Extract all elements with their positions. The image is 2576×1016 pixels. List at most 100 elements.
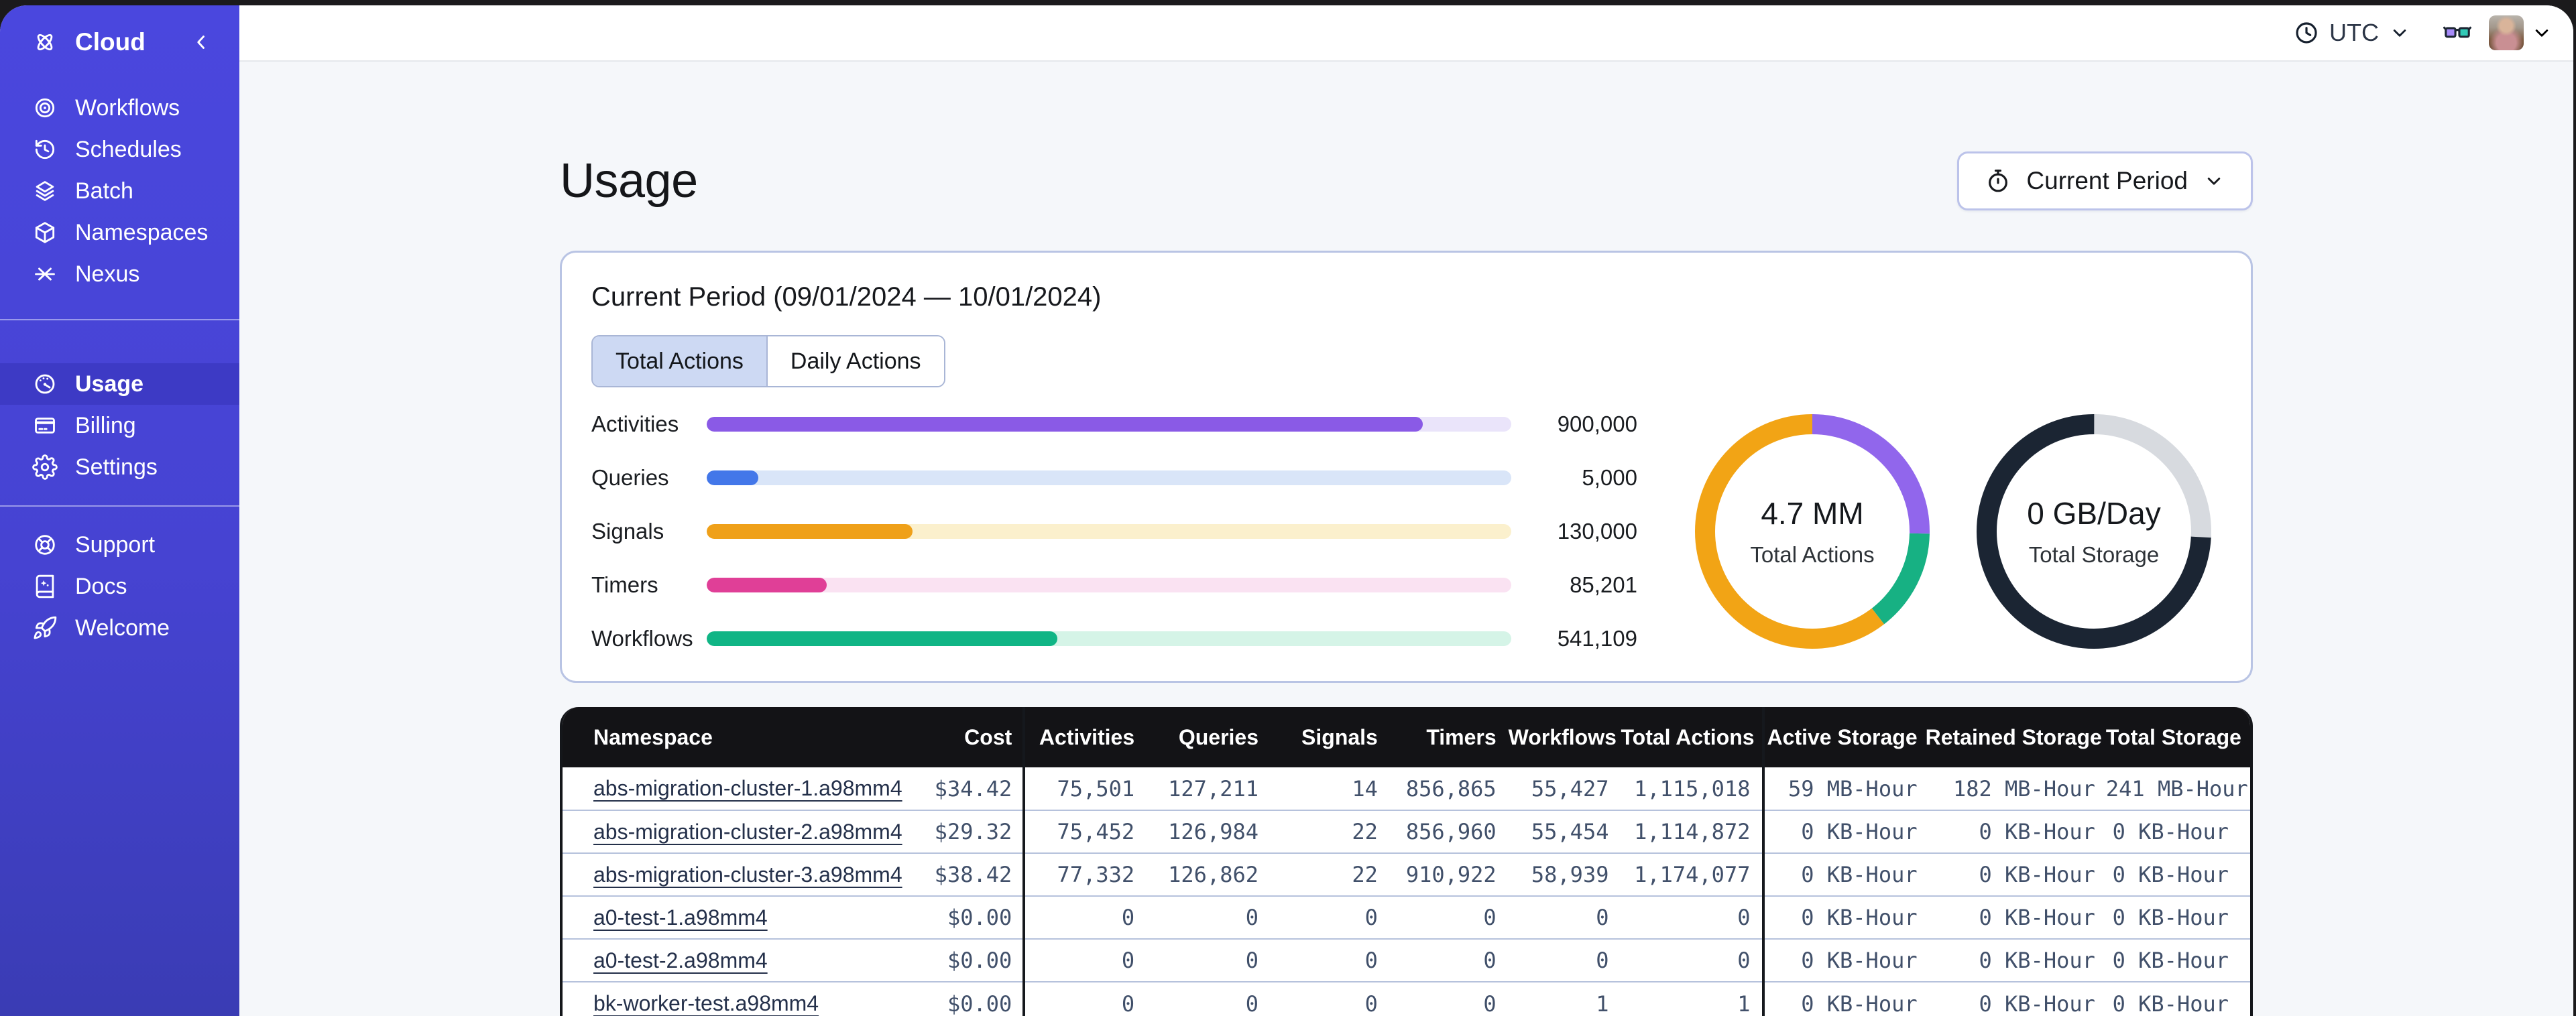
table-header-row: Namespace Cost Activities Queries Signals Tim… (563, 707, 2250, 767)
sidebar-item-workflows[interactable]: Workflows (0, 87, 239, 129)
cell-total-storage: 0 KB-Hour (2105, 895, 2250, 939)
cell-total-actions: 1,115,018 (1621, 767, 1765, 810)
cell-active-storage: 0 KB-Hour (1763, 810, 1926, 853)
cell-total-storage: 241 MB-Hour (2105, 767, 2250, 810)
bar-fill (707, 524, 913, 539)
sidebar-item-label: Settings (75, 454, 158, 480)
table-row: a0-test-2.a98mm4 $0.00 0 0 0 0 0 0 0 KB-Hour 0 KB… (563, 938, 2250, 982)
column-header-retained-storage: Retained Storage (1925, 707, 2106, 767)
table-row: bk-worker-test.a98mm4 $0.00 0 0 0 0 1 1 0 KB-Hou… (563, 981, 2250, 1016)
namespace-link[interactable]: a0-test-2.a98mm4 (593, 948, 768, 972)
cell-total-actions: 1,114,872 (1621, 810, 1765, 853)
feedback-glasses-button[interactable] (2439, 18, 2475, 48)
cell-retained-storage: 0 KB-Hour (1925, 981, 2106, 1016)
namespace-link[interactable]: bk-worker-test.a98mm4 (593, 991, 819, 1015)
usage-charts: Activities 900,000 Queries 5,000 Signals 130,… (591, 411, 2221, 651)
cell-workflows: 58,939 (1508, 852, 1621, 896)
table-row: abs-migration-cluster-3.a98mm4 $38.42 77,3… (563, 852, 2250, 896)
sidebar-item-label: Schedules (75, 136, 182, 162)
cell-retained-storage: 0 KB-Hour (1925, 810, 2106, 853)
namespace-link[interactable]: abs-migration-cluster-2.a98mm4 (593, 820, 902, 844)
cell-workflows: 0 (1508, 938, 1621, 982)
bar-label: Workflows (591, 626, 693, 651)
schedules-icon (32, 137, 58, 162)
cell-signals: 0 (1271, 938, 1390, 982)
docs-icon (32, 574, 58, 599)
sidebar-item-usage[interactable]: Usage (0, 363, 239, 405)
cell-timers: 856,960 (1389, 810, 1509, 853)
cell-signals: 0 (1271, 981, 1390, 1016)
sidebar-item-schedules[interactable]: Schedules (0, 129, 239, 170)
column-header-signals: Signals (1271, 707, 1390, 767)
period-select-label: Current Period (2026, 167, 2188, 194)
bar-label: Queries (591, 465, 669, 490)
timezone-button[interactable]: UTC (2293, 19, 2411, 47)
cell-activities: 0 (1024, 938, 1147, 982)
user-menu-button[interactable] (2530, 21, 2553, 44)
cell-signals: 22 (1271, 852, 1390, 896)
namespaces-icon (32, 220, 58, 245)
tab-daily-actions[interactable]: Daily Actions (766, 336, 944, 386)
sidebar-item-support[interactable]: Support (0, 524, 239, 566)
cell-queries: 126,862 (1147, 852, 1271, 896)
page-head: Usage Current Period (560, 151, 2253, 210)
usage-donuts: 4.7 MM Total Actions 0 GB/Day Total Storage (1693, 412, 2221, 651)
brand-label: Cloud (75, 28, 145, 56)
cell-activities: 75,452 (1024, 810, 1147, 853)
donut-label: Total Storage (2028, 542, 2160, 567)
namespace-cell: a0-test-2.a98mm4 (563, 938, 903, 982)
actions-bar-chart: Activities 900,000 Queries 5,000 Signals 130,… (591, 411, 1637, 651)
cell-timers: 0 (1389, 981, 1509, 1016)
bar-row-signals: Signals 130,000 (591, 519, 1637, 544)
settings-icon (32, 454, 58, 480)
sidebar-item-billing[interactable]: Billing (0, 405, 239, 446)
cell-signals: 22 (1271, 810, 1390, 853)
cell-queries: 126,984 (1147, 810, 1271, 853)
cell-queries: 0 (1147, 895, 1271, 939)
sidebar-item-label: Billing (75, 412, 136, 438)
period-select-button[interactable]: Current Period (1957, 151, 2253, 210)
avatar[interactable] (2489, 15, 2524, 50)
namespace-link[interactable]: a0-test-1.a98mm4 (593, 905, 768, 930)
cell-total-storage: 0 KB-Hour (2105, 981, 2250, 1016)
sidebar-item-welcome[interactable]: Welcome (0, 607, 239, 649)
tab-total-actions[interactable]: Total Actions (593, 336, 766, 386)
sidebar-collapse-button[interactable] (190, 31, 213, 54)
cell-signals: 0 (1271, 895, 1390, 939)
sidebar-item-label: Batch (75, 178, 133, 204)
bar-fill (707, 417, 1423, 432)
bar-value: 900,000 (1557, 411, 1637, 436)
sidebar-section-2: Support Docs Welcome (0, 507, 239, 666)
cell-active-storage: 0 KB-Hour (1763, 938, 1926, 982)
sidebar-section-1: Usage Billing Settings (0, 320, 239, 505)
cell-workflows: 55,427 (1508, 767, 1621, 810)
welcome-icon (32, 615, 58, 641)
content: Usage Current Period Current Period (09/… (239, 62, 2573, 1016)
nexus-icon (32, 261, 58, 287)
cell-retained-storage: 0 KB-Hour (1925, 938, 2106, 982)
timezone-label: UTC (2329, 19, 2379, 46)
cell-timers: 856,865 (1389, 767, 1509, 810)
sidebar-item-namespaces[interactable]: Namespaces (0, 212, 239, 253)
sidebar-item-settings[interactable]: Settings (0, 446, 239, 488)
cell-activities: 75,501 (1024, 767, 1147, 810)
sidebar-item-nexus[interactable]: Nexus (0, 253, 239, 295)
donut-label: Total Actions (1750, 542, 1875, 567)
table-row: abs-migration-cluster-2.a98mm4 $29.32 75,4… (563, 810, 2250, 853)
cell-activities: 0 (1024, 981, 1147, 1016)
namespace-link[interactable]: abs-migration-cluster-1.a98mm4 (593, 776, 902, 800)
sidebar-item-label: Support (75, 531, 156, 558)
sidebar-item-batch[interactable]: Batch (0, 170, 239, 212)
bar-track (707, 470, 1511, 485)
topbar: UTC (239, 5, 2573, 62)
table-row: a0-test-1.a98mm4 $0.00 0 0 0 0 0 0 0 KB-Hour 0 KB… (563, 895, 2250, 939)
sidebar-item-docs[interactable]: Docs (0, 566, 239, 607)
bar-fill (707, 631, 1058, 646)
cell-cost: $0.00 (902, 895, 1026, 939)
cell-cost: $29.32 (902, 810, 1026, 853)
bar-value: 130,000 (1557, 519, 1637, 544)
chevron-down-icon (2203, 170, 2225, 192)
actions-tab-group: Total Actions Daily Actions (591, 335, 945, 387)
namespace-link[interactable]: abs-migration-cluster-3.a98mm4 (593, 863, 902, 887)
cell-workflows: 0 (1508, 895, 1621, 939)
